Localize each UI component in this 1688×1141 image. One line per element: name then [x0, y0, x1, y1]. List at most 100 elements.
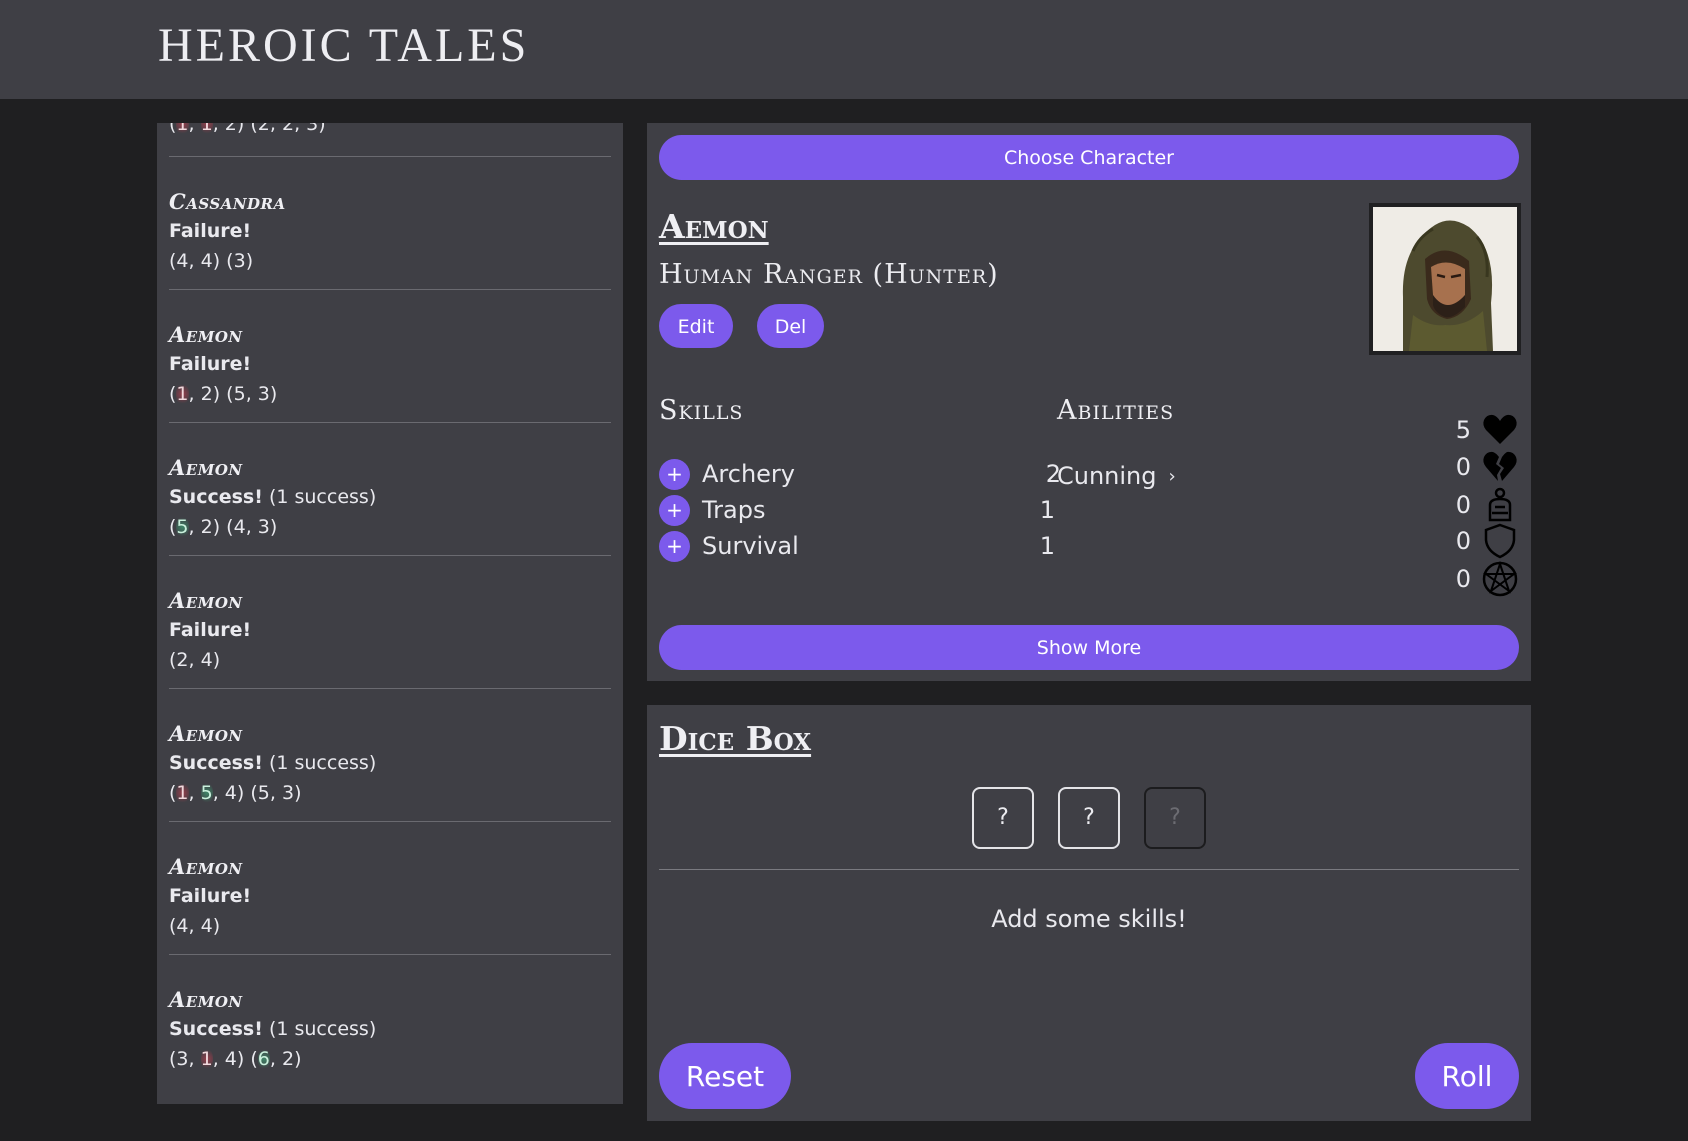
portrait-image — [1373, 207, 1517, 351]
die-value: 2 — [281, 1048, 295, 1070]
stat-value: 0 — [1455, 565, 1471, 593]
skills-heading: Skills — [659, 395, 744, 426]
roll-button[interactable]: Roll — [1415, 1043, 1519, 1109]
skill-value: 1 — [1039, 496, 1055, 524]
skill-row-survival: + Survival 1 — [659, 528, 1061, 562]
die-value: 4 — [233, 516, 246, 538]
reset-button[interactable]: Reset — [659, 1043, 791, 1109]
result-label: Failure! — [169, 619, 252, 641]
dice-box-title: Dice Box — [659, 719, 812, 758]
stat-value: 0 — [1455, 491, 1471, 519]
add-skill-traps-button[interactable]: + — [659, 495, 690, 526]
character-name[interactable]: Aemon — [659, 207, 769, 246]
dice-box-message: Add some skills! — [991, 905, 1187, 933]
abilities-heading: Abilities — [1057, 395, 1175, 426]
die-value: 5 — [257, 782, 270, 804]
log-entry-dice: (4, 4) — [169, 915, 221, 937]
add-skill-survival-button[interactable]: + — [659, 531, 690, 562]
die-1[interactable]: ? — [972, 787, 1034, 849]
log-entry-result: Success! (1 success) — [169, 1014, 611, 1044]
stat-health: 5 — [1429, 412, 1519, 448]
divider — [659, 869, 1519, 870]
stat-value: 0 — [1455, 527, 1471, 555]
log-entry-dice: (1, 1, 2) (2, 2, 3) — [169, 123, 611, 139]
log-entry: Aemon Failure! (1, 2) (5, 3) — [169, 290, 611, 423]
die-value: 2 — [200, 383, 213, 405]
die-value: 2 — [200, 516, 213, 538]
die-value: 1 — [176, 383, 189, 405]
log-entry: Aemon Failure! (2, 4) — [169, 556, 611, 689]
skill-label: Survival — [702, 532, 799, 560]
chevron-right-icon: › — [1168, 466, 1176, 487]
log-entry-dice: (3, 1, 4) (6, 2) — [169, 1048, 302, 1070]
stat-magic: 0 — [1429, 561, 1519, 597]
result-detail: (1 success) — [268, 1018, 377, 1040]
log-entry-result: Failure! — [169, 216, 611, 246]
log-entry-name: Aemon — [169, 322, 243, 347]
log-entry: Aemon Failure! (4, 4) — [169, 822, 611, 955]
delete-button[interactable]: Del — [757, 304, 824, 348]
die-value: 5 — [176, 516, 189, 538]
person-icon — [1488, 487, 1512, 522]
log-entry-result: Failure! — [169, 881, 611, 911]
shield-icon — [1484, 523, 1516, 559]
character-class: Human Ranger (Hunter) — [659, 259, 999, 290]
ability-label: Cunning — [1057, 462, 1157, 490]
choose-character-button[interactable]: Choose Character — [659, 135, 1519, 180]
log-entry: (1, 1, 2) (2, 2, 3) — [169, 123, 611, 157]
log-entry-name: Aemon — [169, 588, 243, 613]
die-value: 1 — [200, 1048, 213, 1070]
log-entry-name: Aemon — [169, 455, 243, 480]
die-value: 1 — [176, 782, 189, 804]
log-entry: Cassandra Failure! (4, 4) (3) — [169, 157, 611, 290]
die-value: 3 — [306, 123, 319, 135]
die-value: 4 — [200, 250, 213, 272]
ability-cunning[interactable]: Cunning › — [1057, 458, 1176, 495]
log-entry-name: Cassandra — [169, 189, 286, 214]
skill-row-traps: + Traps 1 — [659, 492, 1061, 526]
log-entry: Aemon Success! (1 success) (1, 5, 4) (5, 3… — [169, 689, 611, 822]
log-entry-result: Failure! — [169, 615, 611, 645]
die-3[interactable]: ? — [1144, 787, 1206, 849]
top-bar: HEROIC TALES — [0, 0, 1688, 99]
result-label: Failure! — [169, 220, 252, 242]
add-skill-archery-button[interactable]: + — [659, 459, 690, 490]
die-value: 5 — [200, 782, 213, 804]
die-value: 2 — [176, 649, 189, 671]
die-value: 1 — [200, 123, 213, 135]
log-entry-name: Aemon — [169, 987, 243, 1012]
show-more-button[interactable]: Show More — [659, 625, 1519, 670]
skill-label: Traps — [702, 496, 766, 524]
die-value: 2 — [281, 123, 295, 135]
die-value: 3 — [257, 516, 270, 538]
die-value: 2 — [224, 123, 237, 135]
die-value: 2 — [257, 123, 270, 135]
die-value: 3 — [233, 250, 246, 272]
result-detail: (1 success) — [268, 486, 377, 508]
broken-heart-icon — [1483, 451, 1517, 481]
roll-log-panel[interactable]: (1, 1, 2) (2, 2, 3) Cassandra Failure! (4, … — [157, 123, 623, 1104]
die-2[interactable]: ? — [1058, 787, 1120, 849]
stat-value: 0 — [1455, 453, 1471, 481]
die-value: 4 — [200, 915, 213, 937]
edit-button[interactable]: Edit — [659, 304, 733, 348]
die-value: 4 — [224, 1048, 237, 1070]
result-label: Success! — [169, 1018, 263, 1040]
pentagram-icon — [1482, 561, 1518, 597]
log-entry-result: Success! (1 success) — [169, 482, 611, 512]
log-entry-dice: (1, 2) (5, 3) — [169, 383, 278, 405]
log-entry-dice: (5, 2) (4, 3) — [169, 516, 278, 538]
die-value: 3 — [281, 782, 295, 804]
stat-wounds: 0 — [1429, 449, 1519, 485]
log-entry-dice: (4, 4) (3) — [169, 250, 254, 272]
dice-box-panel: Dice Box ? ? ? Add some skills! Reset Ro… — [647, 705, 1531, 1121]
character-portrait — [1369, 203, 1521, 355]
stat-value: 5 — [1455, 416, 1471, 444]
die-value: 4 — [200, 649, 213, 671]
die-value: 4 — [224, 782, 237, 804]
skill-label: Archery — [702, 460, 795, 488]
stat-burden: 0 — [1429, 487, 1519, 523]
character-panel: Choose Character Aemon Human Ranger (Hun… — [647, 123, 1531, 681]
die-value: 4 — [176, 915, 189, 937]
heart-icon — [1483, 414, 1517, 444]
